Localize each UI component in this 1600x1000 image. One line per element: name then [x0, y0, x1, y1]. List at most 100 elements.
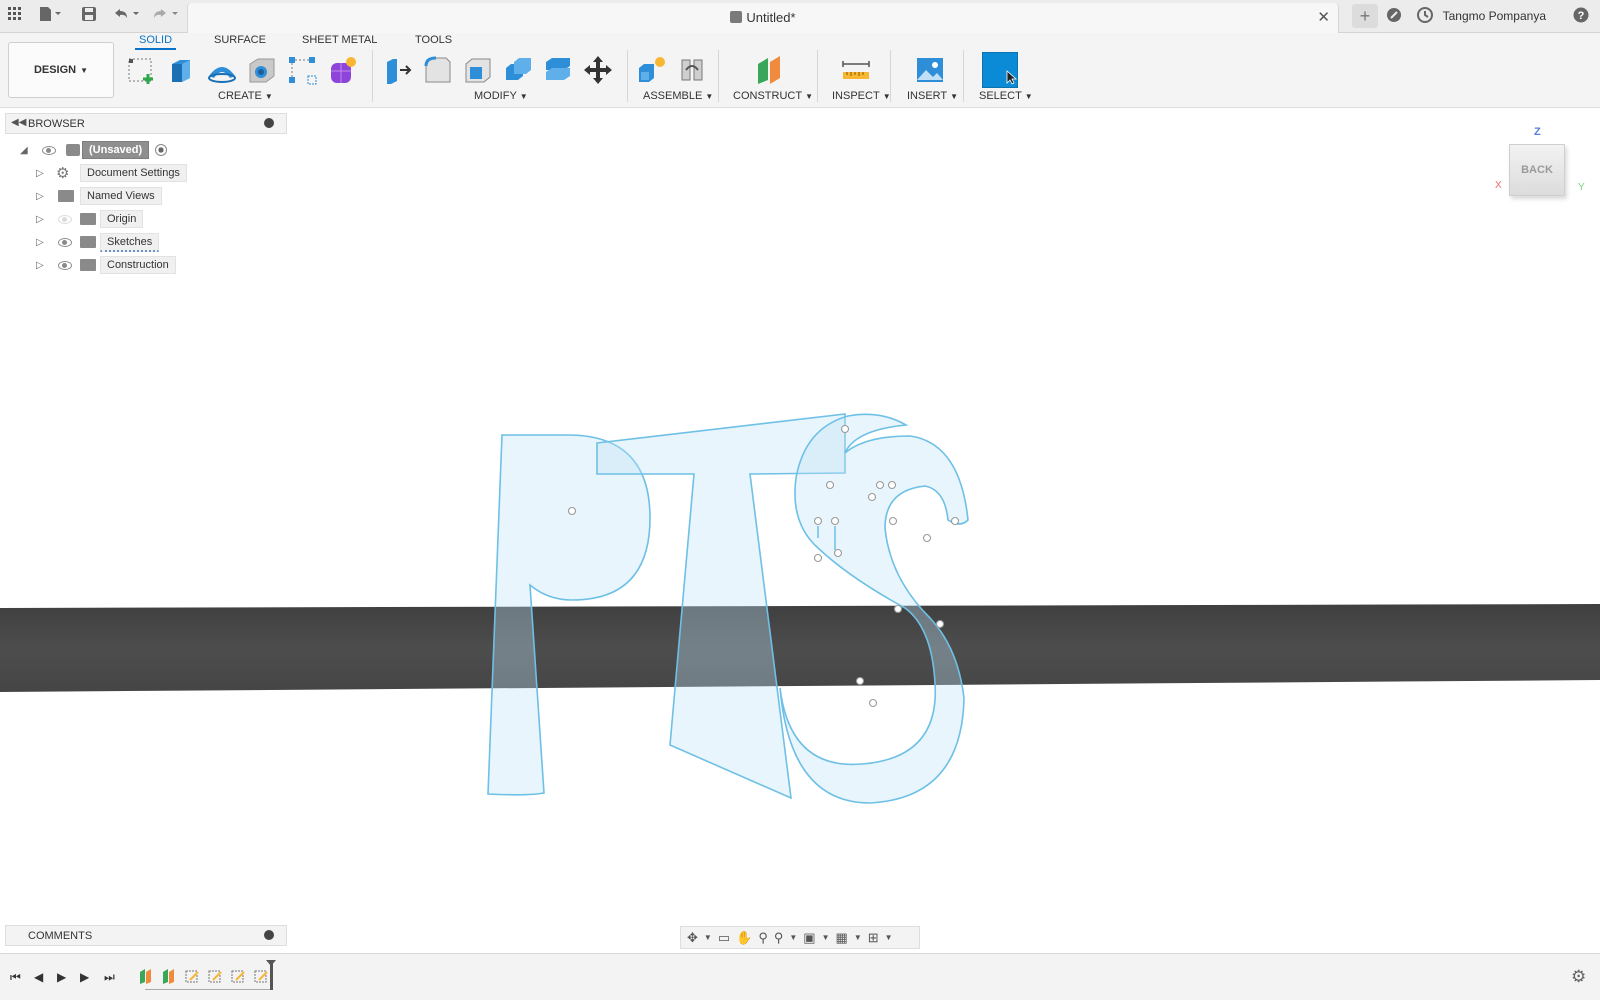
sketch-point[interactable]: [922, 533, 932, 543]
file-icon[interactable]: [39, 7, 61, 26]
help-icon[interactable]: ?: [1573, 7, 1589, 28]
select-tool[interactable]: [982, 52, 1018, 88]
browser-item-document-settings[interactable]: ▷ ⚙ Document Settings: [36, 164, 187, 182]
visibility-eye-icon[interactable]: [42, 145, 56, 155]
sketch-point[interactable]: [840, 424, 850, 434]
apps-grid-icon[interactable]: [8, 7, 22, 26]
fit-icon[interactable]: ⚲: [774, 930, 784, 946]
extrude-tool[interactable]: [164, 52, 200, 88]
hole-tool[interactable]: [244, 52, 280, 88]
step-forward-icon[interactable]: ▶: [80, 970, 89, 984]
activate-radio-icon[interactable]: [155, 144, 168, 156]
root-component-label[interactable]: (Unsaved): [82, 141, 150, 159]
zoom-icon[interactable]: ⚲: [758, 930, 768, 946]
tab-surface[interactable]: SURFACE: [210, 34, 270, 48]
tree-expand-icon[interactable]: ▷: [36, 214, 44, 225]
play-icon[interactable]: ▶: [57, 970, 66, 984]
visibility-eye-off-icon[interactable]: [58, 214, 72, 224]
browser-panel-header[interactable]: ◀◀ BROWSER: [5, 113, 287, 134]
sketch-point[interactable]: [833, 548, 843, 558]
chevron-down-icon[interactable]: ▼: [704, 933, 712, 942]
chevron-down-icon[interactable]: ▼: [885, 933, 893, 942]
assemble-menu[interactable]: ASSEMBLE ▼: [643, 90, 713, 102]
browser-root-node[interactable]: ◢ (Unsaved): [20, 141, 168, 159]
sketch-point[interactable]: [813, 516, 823, 526]
minimize-icon[interactable]: [264, 118, 274, 128]
undo-icon[interactable]: [113, 7, 141, 26]
save-icon[interactable]: [82, 7, 96, 26]
create-menu[interactable]: CREATE ▼: [218, 90, 273, 102]
timeline-plane-feature[interactable]: [161, 968, 177, 984]
split-body-tool[interactable]: [540, 52, 576, 88]
shell-tool[interactable]: [460, 52, 496, 88]
document-tab[interactable]: Untitled* ✕: [187, 3, 1339, 33]
offset-plane-tool[interactable]: [752, 52, 788, 88]
grid-settings-icon[interactable]: ▦: [836, 930, 848, 946]
fillet-tool[interactable]: [420, 52, 456, 88]
move-copy-tool[interactable]: [580, 52, 616, 88]
chevron-down-icon[interactable]: ▼: [854, 933, 862, 942]
sketch-point[interactable]: [893, 604, 903, 614]
tab-sheet-metal[interactable]: SHEET METAL: [298, 34, 381, 48]
sketch-point[interactable]: [855, 676, 865, 686]
browser-item-origin[interactable]: ▷ Origin: [36, 210, 144, 228]
orbit-icon[interactable]: ✥: [687, 930, 698, 946]
insert-menu[interactable]: INSERT ▼: [907, 90, 958, 102]
redo-icon[interactable]: [152, 7, 180, 26]
close-tab-icon[interactable]: ✕: [1317, 8, 1330, 26]
job-status-icon[interactable]: [1417, 7, 1433, 28]
workspace-switcher[interactable]: DESIGN ▼: [8, 42, 114, 98]
tree-collapse-icon[interactable]: ◢: [20, 145, 28, 156]
tree-expand-icon[interactable]: ▷: [36, 191, 44, 202]
sketch-point[interactable]: [830, 516, 840, 526]
tree-expand-icon[interactable]: ▷: [36, 260, 44, 271]
sketch-point[interactable]: [935, 619, 945, 629]
measure-tool[interactable]: [838, 52, 874, 88]
tree-expand-icon[interactable]: ▷: [36, 237, 44, 248]
sketch-point[interactable]: [875, 480, 885, 490]
viewports-icon[interactable]: ⊞: [868, 930, 879, 946]
sketch-point[interactable]: [813, 553, 823, 563]
canvas-viewport[interactable]: Z BACK X Y: [0, 108, 1600, 952]
tab-solid[interactable]: SOLID: [135, 34, 177, 50]
sketch-point[interactable]: [868, 698, 878, 708]
timeline-plane-feature[interactable]: [138, 968, 154, 984]
pan-icon[interactable]: ✋: [736, 930, 752, 946]
joint-tool[interactable]: [674, 52, 710, 88]
timeline-sketch-feature[interactable]: [253, 968, 269, 984]
chevron-down-icon[interactable]: ▼: [789, 933, 797, 942]
revolve-tool[interactable]: [204, 52, 240, 88]
press-pull-tool[interactable]: [380, 52, 416, 88]
go-to-start-icon[interactable]: ⏮: [10, 970, 21, 985]
combine-tool[interactable]: [500, 52, 536, 88]
create-form-tool[interactable]: [324, 52, 360, 88]
modify-menu[interactable]: MODIFY ▼: [474, 90, 528, 102]
browser-item-named-views[interactable]: ▷ Named Views: [36, 187, 162, 205]
settings-icon[interactable]: ⚙: [1571, 967, 1586, 987]
tab-tools[interactable]: TOOLS: [411, 34, 456, 48]
view-cube-back-face[interactable]: BACK: [1509, 144, 1565, 196]
new-tab-icon[interactable]: +: [1352, 4, 1378, 28]
sketch-point[interactable]: [825, 480, 835, 490]
timeline-marker[interactable]: [270, 962, 273, 990]
visibility-eye-icon[interactable]: [58, 237, 72, 247]
pattern-tool[interactable]: [284, 52, 320, 88]
sketch-point[interactable]: [888, 516, 898, 526]
add-comment-icon[interactable]: [264, 930, 274, 940]
sketch-point[interactable]: [567, 506, 577, 516]
sketch-point[interactable]: [887, 480, 897, 490]
browser-item-construction[interactable]: ▷ Construction: [36, 256, 176, 274]
display-settings-icon[interactable]: ▣: [803, 930, 815, 946]
inspect-menu[interactable]: INSPECT ▼: [832, 90, 891, 102]
visibility-eye-icon[interactable]: [58, 260, 72, 270]
view-cube[interactable]: Z BACK X Y: [1492, 126, 1592, 210]
sketch-point[interactable]: [867, 492, 877, 502]
timeline-sketch-feature[interactable]: [184, 968, 200, 984]
sketch-point[interactable]: [950, 516, 960, 526]
tree-expand-icon[interactable]: ▷: [36, 168, 44, 179]
look-at-icon[interactable]: ▭: [718, 930, 730, 946]
timeline-marker-head[interactable]: [266, 960, 276, 966]
browser-item-sketches[interactable]: ▷ Sketches: [36, 232, 160, 252]
step-back-icon[interactable]: ◀: [34, 970, 43, 984]
select-menu[interactable]: SELECT ▼: [979, 90, 1033, 102]
